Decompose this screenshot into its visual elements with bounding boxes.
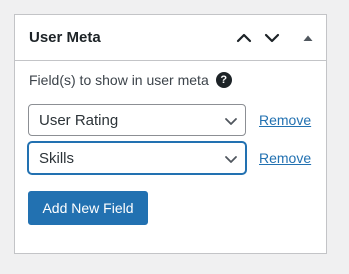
field-row: User Rating Remove [28,104,318,136]
question-icon[interactable]: ? [215,72,232,88]
triangle-up-icon [303,35,313,41]
remove-field-link[interactable]: Remove [259,149,311,167]
help-text: Field(s) to show in user meta [29,72,209,88]
panel-body: Field(s) to show in user meta ? User Rat… [15,61,326,253]
field-select[interactable]: User Rating [28,104,246,136]
field-select-value: User Rating [39,112,119,129]
help-row: Field(s) to show in user meta ? [29,71,232,89]
panel-title: User Meta [29,29,101,46]
chevron-down-icon [225,156,237,163]
chevron-up-icon [236,33,252,43]
move-down-button[interactable] [260,26,284,50]
field-row: Skills Remove [28,142,318,174]
field-select[interactable]: Skills [28,142,246,174]
chevron-down-icon [225,118,237,125]
field-select-value: Skills [39,150,75,167]
add-new-field-button[interactable]: Add New Field [28,191,148,225]
chevron-down-icon [264,33,280,43]
remove-field-link[interactable]: Remove [259,111,311,129]
move-up-button[interactable] [232,26,256,50]
user-meta-panel: User Meta Field(s) to show in user meta … [14,14,327,254]
toggle-panel-button[interactable] [296,26,320,50]
panel-header: User Meta [15,15,326,61]
